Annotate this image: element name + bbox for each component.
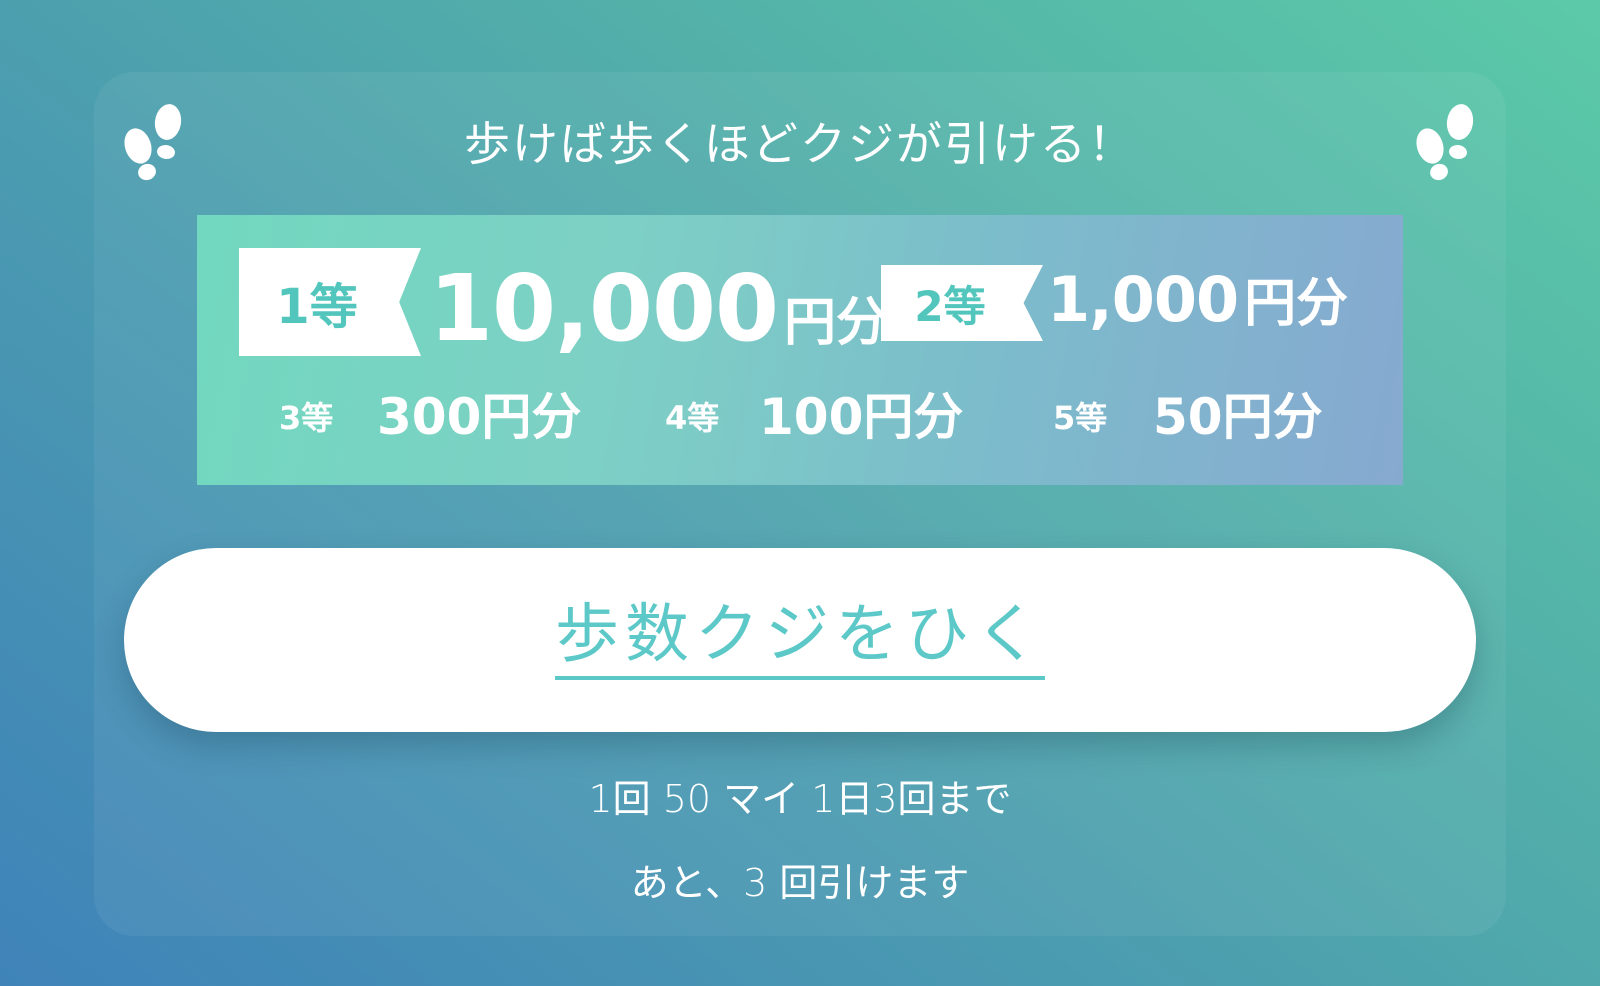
third-prize-amount: 300円分: [377, 388, 582, 446]
first-prize-value: 10,000: [429, 255, 779, 362]
cost-info: 1回 50 マイ 1日3回まで: [588, 777, 1012, 821]
prize-table: 1等 10,000 円分 2等 1,000 円分 3等 300円分 4等 100円分…: [197, 215, 1403, 485]
second-prize-rank-ribbon: 2等: [881, 265, 1043, 341]
draw-lottery-button[interactable]: 歩数クジをひく: [124, 548, 1476, 732]
second-prize-value: 1,000: [1047, 263, 1239, 336]
first-prize-rank-ribbon: 1等: [239, 248, 421, 356]
headline: 歩けば歩くほどクジが引ける！: [464, 117, 1136, 171]
footprints-icon: [1416, 104, 1474, 181]
fifth-prize-amount: 50円分: [1153, 388, 1323, 446]
fifth-prize-rank: 5等: [1053, 399, 1108, 437]
fourth-prize-amount: 100円分: [759, 388, 964, 446]
second-prize-amount: 1,000 円分: [1047, 261, 1348, 336]
third-prize-rank: 3等: [279, 399, 334, 437]
fourth-prize-rank: 4等: [665, 399, 720, 437]
second-prize-unit: 円分: [1244, 274, 1349, 334]
remaining-draws: あと、3 回引けます: [630, 861, 970, 905]
draw-lottery-label[interactable]: 歩数クジをひく: [555, 599, 1045, 681]
first-prize-unit: 円分: [784, 293, 889, 353]
first-prize-amount: 10,000 円分: [429, 255, 888, 362]
